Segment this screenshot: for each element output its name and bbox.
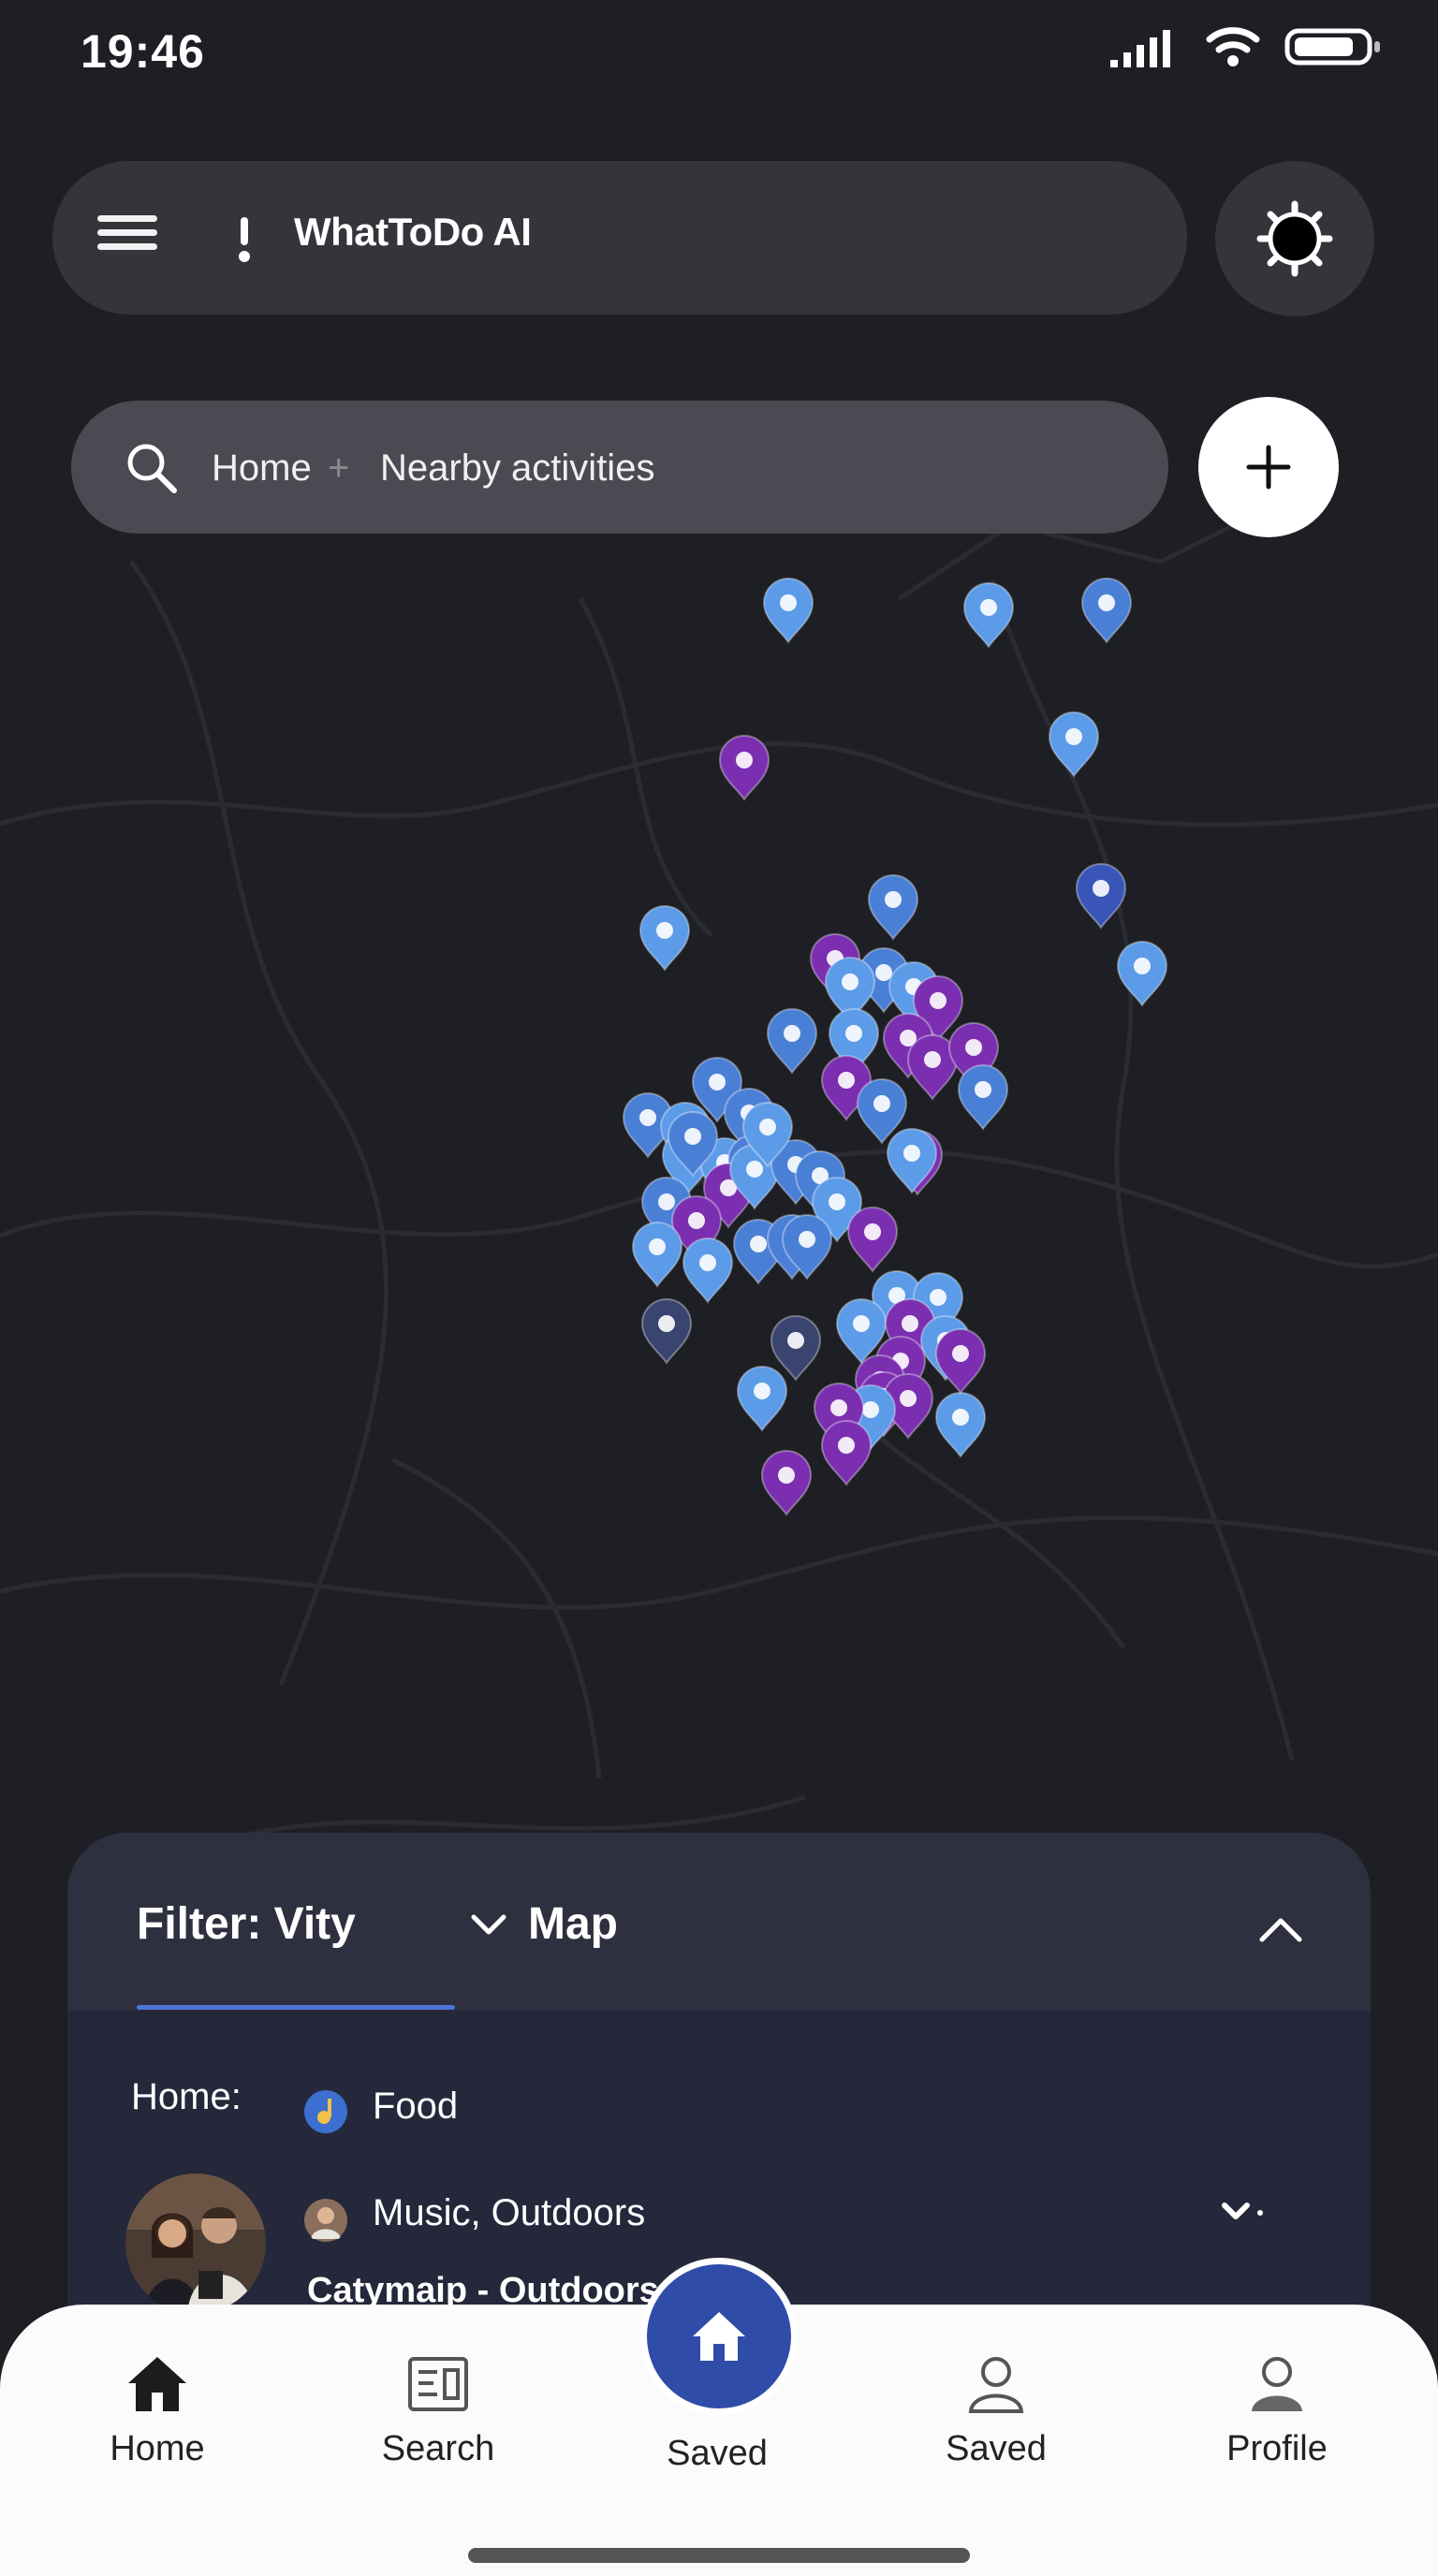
gear-icon — [1256, 200, 1333, 277]
avatar[interactable] — [125, 2174, 266, 2314]
map-pin[interactable] — [766, 1008, 818, 1075]
tab-active-indicator — [137, 2005, 455, 2010]
map-pin[interactable] — [736, 1366, 788, 1432]
home-icon — [128, 2357, 186, 2411]
tab-map-label: Map — [528, 1899, 618, 1949]
nav-item-saved[interactable]: Saved — [893, 2353, 1099, 2469]
search-list-icon — [408, 2357, 468, 2411]
map-pin[interactable] — [957, 1064, 1009, 1131]
plus-icon — [1246, 445, 1291, 490]
chevron-down-icon[interactable] — [1217, 2194, 1273, 2232]
nav-item-search[interactable]: Search — [335, 2353, 541, 2469]
map-pin[interactable] — [760, 1450, 813, 1516]
map-pin[interactable] — [770, 1315, 822, 1382]
nav-item-profile[interactable]: Profile — [1174, 2353, 1380, 2469]
settings-button[interactable] — [1215, 161, 1374, 316]
home-center-icon — [693, 2312, 745, 2361]
person-filled-icon — [1252, 2357, 1302, 2411]
avatar-small-icon — [304, 2199, 347, 2242]
nav-item-home[interactable]: Home — [54, 2353, 260, 2469]
nav-label: Home — [110, 2429, 205, 2468]
nav-center-button[interactable] — [640, 2258, 798, 2415]
food-label[interactable]: Food — [373, 2086, 458, 2128]
sheet-tabs: Filter: Vity Map — [67, 1833, 1371, 2011]
breadcrumb-current: Nearby activities — [380, 447, 655, 489]
map-pin[interactable] — [886, 1128, 938, 1194]
map-pin[interactable] — [718, 735, 770, 801]
status-icons — [1110, 26, 1382, 67]
wifi-icon — [1206, 27, 1260, 66]
app-logo-icon — [239, 217, 250, 262]
map-pin[interactable] — [934, 1328, 987, 1395]
map-pin[interactable] — [762, 578, 814, 644]
activity-pins[interactable] — [622, 578, 1168, 1516]
food-category-icon — [304, 2090, 347, 2133]
map-pin[interactable] — [640, 1298, 693, 1365]
tab-map[interactable]: Map — [470, 1898, 618, 1950]
battery-icon — [1284, 28, 1380, 66]
map-pin[interactable] — [962, 582, 1015, 649]
home-label: Home: — [131, 2076, 242, 2117]
map-pin[interactable] — [1116, 941, 1168, 1007]
map-pin[interactable] — [682, 1237, 734, 1304]
search-icon — [127, 444, 177, 493]
app-title: WhatToDo AI — [294, 210, 532, 254]
nav-label: Profile — [1226, 2429, 1328, 2468]
map-pin[interactable] — [846, 1207, 899, 1273]
chevron-up-icon[interactable] — [1253, 1902, 1309, 1958]
map-pin[interactable] — [820, 1420, 873, 1486]
map-pin[interactable] — [1080, 578, 1133, 644]
top-app-bar: WhatToDo AI — [52, 161, 1187, 315]
map-pin[interactable] — [934, 1392, 987, 1458]
chevron-down-icon — [471, 1914, 506, 1934]
map-pin[interactable] — [1075, 863, 1127, 929]
map-pin[interactable] — [638, 905, 691, 972]
music-outdoors-label[interactable]: Music, Outdoors — [373, 2192, 645, 2234]
signal-icon — [1110, 30, 1170, 67]
menu-icon[interactable] — [97, 208, 157, 268]
tab-filter[interactable]: Filter: Vity — [137, 1898, 356, 1950]
nav-label: Search — [381, 2429, 495, 2468]
map-pin[interactable] — [1048, 711, 1100, 778]
status-bar: 19:46 — [0, 0, 1438, 103]
nav-center-label: Saved — [667, 2434, 768, 2473]
breadcrumb-home[interactable]: Home — [212, 447, 312, 490]
map-pin[interactable] — [867, 874, 919, 941]
search-bar[interactable]: Home + Nearby activities — [71, 401, 1168, 534]
home-indicator — [468, 2548, 970, 2563]
breadcrumb-separator: + — [328, 447, 350, 489]
nav-label: Saved — [946, 2429, 1047, 2468]
status-time: 19:46 — [81, 25, 205, 78]
person-outline-icon — [968, 2357, 1024, 2413]
map-pin[interactable] — [631, 1222, 683, 1288]
add-button[interactable] — [1198, 397, 1339, 537]
